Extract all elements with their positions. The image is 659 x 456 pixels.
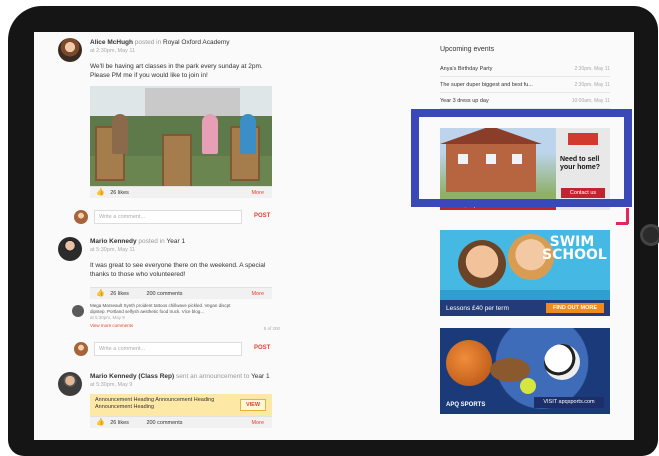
feed-post: Mario Kennedy (Class Rep) sent an announ… xyxy=(58,372,308,428)
post-action: sent an announcement to xyxy=(175,373,250,380)
event-item[interactable]: The super duper biggest and best fu... 2… xyxy=(440,78,610,93)
reply-time: at 5:30pm, May 9 xyxy=(90,315,125,320)
likes-count[interactable]: 26 likes xyxy=(110,291,129,297)
post-meta: Mario Kennedy (Class Rep) sent an announ… xyxy=(90,372,308,390)
avatar[interactable] xyxy=(58,372,82,396)
feed-post: Mario Kennedy posted in Year 1 at 5:30pm… xyxy=(58,237,308,299)
find-out-more-button[interactable]: FIND OUT MORE xyxy=(546,303,604,313)
avatar[interactable] xyxy=(58,38,82,62)
likes-count[interactable]: 26 likes xyxy=(110,190,129,196)
post-action: posted in xyxy=(134,39,162,46)
like-icon[interactable]: 👍 xyxy=(96,290,105,297)
more-link[interactable]: More xyxy=(251,417,264,429)
likes-bar: 👍 26 likes 200 comments More xyxy=(90,287,272,299)
post-time: at 5:30pm, May 9 xyxy=(90,382,133,388)
post-author[interactable]: Mario Kennedy xyxy=(90,238,137,245)
post-target[interactable]: Year 1 xyxy=(167,238,186,245)
event-date: 2:30pm, May 11 xyxy=(574,82,610,88)
post-body: We'll be having art classes in the park … xyxy=(90,63,263,79)
comment-pager: 5 of 200 xyxy=(263,326,280,331)
swimmer-image xyxy=(458,240,506,288)
comment-input[interactable]: Write a comment... xyxy=(94,210,242,224)
avatar xyxy=(74,342,88,356)
likes-count[interactable]: 26 likes xyxy=(110,420,129,426)
like-icon[interactable]: 👍 xyxy=(96,189,105,196)
post-body: It was great to see everyone there on th… xyxy=(90,262,266,278)
comments-count[interactable]: 200 comments xyxy=(146,291,182,297)
comment-reply: Mega Marseault Synth proident tattoos ch… xyxy=(72,303,290,331)
news-feed: Alice McHugh posted in Royal Oxford Acad… xyxy=(34,32,394,440)
event-name: Year 3 dress up day xyxy=(440,98,489,104)
event-name: The super duper biggest and best fu... xyxy=(440,82,533,88)
comment-row: Write a comment... POST xyxy=(74,342,284,358)
post-photo[interactable] xyxy=(90,86,272,186)
sidebar: Upcoming events Anya's Birthday Party 2:… xyxy=(434,32,634,440)
event-date: 2:30pm, May 11 xyxy=(574,66,610,72)
post-meta: Mario Kennedy posted in Year 1 at 5:30pm… xyxy=(90,237,308,255)
post-time: at 5:30pm, May 11 xyxy=(90,247,136,253)
event-item[interactable]: Year 3 dress up day 10:00am, May 11 xyxy=(440,94,610,109)
view-more-comments-link[interactable]: View more comments xyxy=(90,323,290,328)
more-link[interactable]: More xyxy=(251,187,264,199)
events-title: Upcoming events xyxy=(440,46,495,53)
ad-price: Lessons £40 per term xyxy=(446,305,509,312)
accent-mark xyxy=(626,208,629,224)
comments-count[interactable]: 200 comments xyxy=(146,420,182,426)
post-action: posted in xyxy=(138,238,165,245)
post-author[interactable]: Mario Kennedy (Class Rep) xyxy=(90,373,174,380)
more-link[interactable]: More xyxy=(251,288,264,300)
post-meta: Alice McHugh posted in Royal Oxford Acad… xyxy=(90,38,308,56)
avatar xyxy=(74,210,88,224)
ad-title: SWIM SCHOOL xyxy=(542,234,607,263)
sports-logo: APQ SPORTS xyxy=(446,402,486,408)
post-target[interactable]: Year 1 xyxy=(251,373,270,380)
comment-row: Write a comment... POST xyxy=(74,210,284,226)
likes-bar: 👍 26 likes 200 comments More xyxy=(90,416,272,428)
event-date: 10:00am, May 11 xyxy=(571,98,610,104)
post-author[interactable]: Alice McHugh xyxy=(90,39,133,46)
highlight-box xyxy=(411,109,632,207)
visit-site-button[interactable]: VISIT apqsports.com xyxy=(534,397,604,408)
view-button[interactable]: VIEW xyxy=(240,399,266,411)
likes-bar: 👍 26 likes More xyxy=(90,186,272,198)
avatar[interactable] xyxy=(58,237,82,261)
reply-text: Mega Marseault Synth proident tattoos ch… xyxy=(90,303,231,314)
feed-post: Alice McHugh posted in Royal Oxford Acad… xyxy=(58,38,308,198)
event-item[interactable]: Anya's Birthday Party 2:30pm, May 11 xyxy=(440,62,610,77)
like-icon[interactable]: 👍 xyxy=(96,419,105,426)
tennis-ball-image xyxy=(520,378,536,394)
swim-school-ad[interactable]: SWIM SCHOOL Lessons £40 per term FIND OU… xyxy=(440,230,610,316)
announcement-card[interactable]: Announcement Heading Announcement Headin… xyxy=(90,394,272,416)
comment-input[interactable]: Write a comment... xyxy=(94,342,242,356)
post-comment-button[interactable]: POST xyxy=(254,345,270,351)
app-screen: Alice McHugh posted in Royal Oxford Acad… xyxy=(34,32,634,440)
basketball-image xyxy=(446,340,492,386)
event-name: Anya's Birthday Party xyxy=(440,66,493,72)
announcement-heading: Announcement Heading Announcement Headin… xyxy=(95,397,215,410)
post-time: at 2:30pm, May 11 xyxy=(90,48,136,54)
soccer-ball-image xyxy=(544,344,580,380)
post-comment-button[interactable]: POST xyxy=(254,213,270,219)
post-target[interactable]: Royal Oxford Academy xyxy=(163,39,229,46)
tablet-frame: Alice McHugh posted in Royal Oxford Acad… xyxy=(8,6,659,456)
sports-ad[interactable]: APQ SPORTS VISIT apqsports.com xyxy=(440,328,610,414)
avatar xyxy=(72,305,84,317)
home-button[interactable] xyxy=(640,224,659,246)
